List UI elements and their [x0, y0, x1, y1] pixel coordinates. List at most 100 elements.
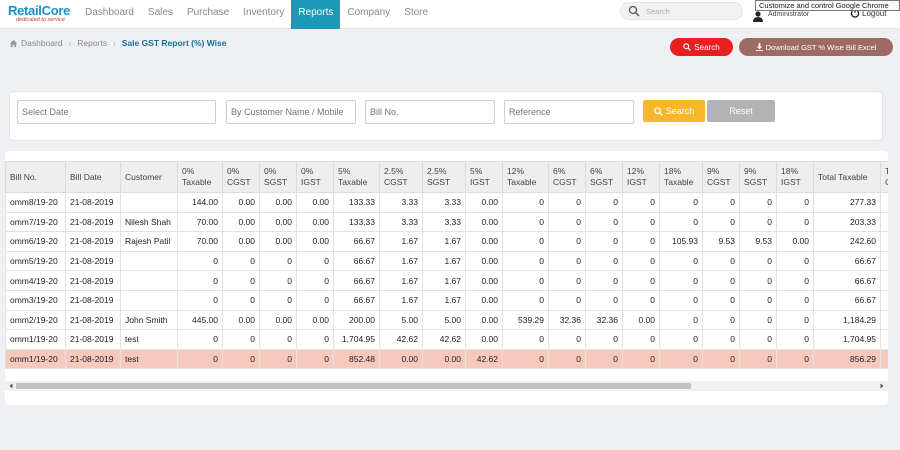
- table-cell: 21-08-2019: [65, 231, 121, 252]
- date-input[interactable]: [17, 100, 216, 124]
- user-icon[interactable]: [752, 10, 764, 22]
- table-body: omm8/19-20 21-08-2019 144.00 0.00 0.00 0.00 13…: [5, 192, 888, 370]
- table-cell: 5.00: [422, 309, 466, 331]
- table-cell: 0: [585, 192, 623, 213]
- table-cell: 0.00: [222, 309, 260, 331]
- column-header[interactable]: Bill No.: [5, 161, 66, 193]
- column-header[interactable]: 2.5% CGST: [379, 161, 423, 193]
- table-cell: 0.00: [465, 250, 503, 272]
- table-cell: 0: [296, 289, 334, 311]
- column-header[interactable]: 5% Taxable: [333, 161, 380, 193]
- table-row[interactable]: omm1/19-20 21-08-2019 test 0 0 0 0 852.48 0.00 0.…: [5, 348, 888, 370]
- column-header[interactable]: 0% Taxable: [177, 161, 223, 193]
- filter-search-button[interactable]: Search: [643, 100, 705, 122]
- table-cell: 0: [502, 250, 549, 272]
- table-cell: 0: [622, 250, 660, 272]
- column-header[interactable]: Bill Date: [65, 161, 121, 193]
- column-header[interactable]: 0% IGST: [296, 161, 334, 193]
- table-row[interactable]: omm8/19-20 21-08-2019 144.00 0.00 0.00 0.00 13…: [5, 192, 888, 213]
- column-header[interactable]: 18% Taxable: [659, 161, 703, 193]
- user-name[interactable]: Administrator: [768, 11, 809, 18]
- table-cell: 0.00: [259, 211, 297, 233]
- table-cell: 32.36: [585, 309, 623, 331]
- scroll-left-icon[interactable]: [7, 382, 15, 390]
- nav-item-store[interactable]: Store: [397, 0, 435, 29]
- column-header[interactable]: Total Taxable: [813, 161, 881, 193]
- scroll-right-icon[interactable]: [878, 382, 886, 390]
- table-cell: 0: [739, 250, 777, 272]
- table-row[interactable]: omm2/19-20 21-08-2019 John Smith 445.00 0.00…: [5, 309, 888, 331]
- table-cell: omm4/19-20: [5, 270, 66, 291]
- table-row[interactable]: omm5/19-20 21-08-2019 0 0 0 0 66.67 1.67 1.67 0.0…: [5, 250, 888, 272]
- table-cell: 0: [702, 250, 740, 272]
- table-cell: 9.53: [739, 231, 777, 252]
- reference-input[interactable]: [504, 100, 634, 124]
- header-search-button[interactable]: Search: [670, 38, 733, 56]
- table-cell: 0: [739, 329, 777, 350]
- column-header[interactable]: 5% IGST: [465, 161, 503, 193]
- bill-no-input[interactable]: [365, 100, 495, 124]
- table-cell: 242.60: [813, 231, 881, 252]
- table-row[interactable]: omm7/19-20 21-08-2019 Nilesh Shah 70.00 0.00…: [5, 211, 888, 233]
- table-cell: 0: [296, 348, 334, 370]
- brand-tagline: dedicated to service: [16, 17, 65, 23]
- download-excel-label: Download GST % Wise Bill Excel: [765, 42, 877, 52]
- table-cell: 1.67: [379, 250, 423, 272]
- table-cell: 133.33: [333, 211, 380, 233]
- table-cell: 0: [739, 309, 777, 331]
- search-icon: [654, 106, 663, 116]
- column-header[interactable]: Customer: [120, 161, 178, 193]
- nav-item-sales[interactable]: Sales: [141, 0, 180, 29]
- download-excel-button[interactable]: Download GST % Wise Bill Excel: [739, 38, 893, 56]
- table-cell: 0: [585, 250, 623, 272]
- table-cell: 0: [622, 192, 660, 213]
- table-cell: 0: [739, 270, 777, 291]
- table-cell: 1.6: [880, 289, 888, 311]
- nav-item-dashboard[interactable]: Dashboard: [78, 0, 141, 29]
- column-header[interactable]: 18% IGST: [776, 161, 814, 193]
- table-cell: 66.67: [333, 250, 380, 272]
- column-header[interactable]: 9% CGST: [702, 161, 740, 193]
- customer-input[interactable]: [226, 100, 356, 124]
- table-row[interactable]: omm1/19-20 21-08-2019 test 0 0 0 0 1,704.95 42.6…: [5, 329, 888, 350]
- column-header[interactable]: 12% IGST: [622, 161, 660, 193]
- table-cell: Rajesh Patil: [120, 231, 178, 252]
- breadcrumb-dashboard[interactable]: Dashboard: [21, 38, 63, 48]
- nav-item-inventory[interactable]: Inventory: [236, 0, 291, 29]
- table-cell: 1.67: [422, 289, 466, 311]
- table-cell: 21-08-2019: [65, 250, 121, 272]
- table-row[interactable]: omm6/19-20 21-08-2019 Rajesh Patil 70.00 0.0…: [5, 231, 888, 252]
- column-header[interactable]: 2.5% SGST: [422, 161, 466, 193]
- table-scroll-area[interactable]: Bill No. Bill Date Customer 0% Taxable 0% CG…: [5, 161, 888, 379]
- column-header[interactable]: 9% SGST: [739, 161, 777, 193]
- table-cell: Nilesh Shah: [120, 211, 178, 233]
- horizontal-scrollbar[interactable]: [5, 381, 888, 391]
- nav-item-reports[interactable]: Reports: [291, 0, 341, 29]
- column-header[interactable]: 0% SGST: [259, 161, 297, 193]
- global-search[interactable]: Search: [620, 2, 743, 20]
- column-header[interactable]: 12% Taxable: [502, 161, 549, 193]
- table-cell: 0: [659, 309, 703, 331]
- nav-item-company[interactable]: Company: [340, 0, 397, 29]
- table-cell: 133.33: [333, 192, 380, 213]
- column-header[interactable]: 0% CGST: [222, 161, 260, 193]
- column-header[interactable]: 6% CGST: [548, 161, 586, 193]
- column-header[interactable]: Total CGST: [880, 161, 888, 193]
- breadcrumb-reports[interactable]: Reports: [77, 38, 107, 48]
- nav-item-purchase[interactable]: Purchase: [180, 0, 236, 29]
- table-row[interactable]: omm3/19-20 21-08-2019 0 0 0 0 66.67 1.67 1.67 0.0…: [5, 289, 888, 311]
- table-cell: [120, 270, 178, 291]
- table-cell: 11.2: [880, 231, 888, 252]
- reset-button[interactable]: Reset: [707, 100, 775, 122]
- brand-logo[interactable]: RetailCore dedicated to service: [8, 4, 74, 26]
- page-title: Sale GST Report (%) Wise: [121, 38, 227, 48]
- table-cell: 0: [776, 289, 814, 311]
- global-search-input[interactable]: Search: [646, 7, 670, 16]
- table-cell: test: [120, 348, 178, 370]
- table-row[interactable]: omm4/19-20 21-08-2019 0 0 0 0 66.67 1.67 1.67 0.0…: [5, 270, 888, 291]
- column-header[interactable]: 6% SGST: [585, 161, 623, 193]
- scrollbar-thumb[interactable]: [16, 383, 691, 389]
- table-cell: 0: [585, 270, 623, 291]
- table-cell: 0: [659, 270, 703, 291]
- table-cell: 0: [502, 348, 549, 370]
